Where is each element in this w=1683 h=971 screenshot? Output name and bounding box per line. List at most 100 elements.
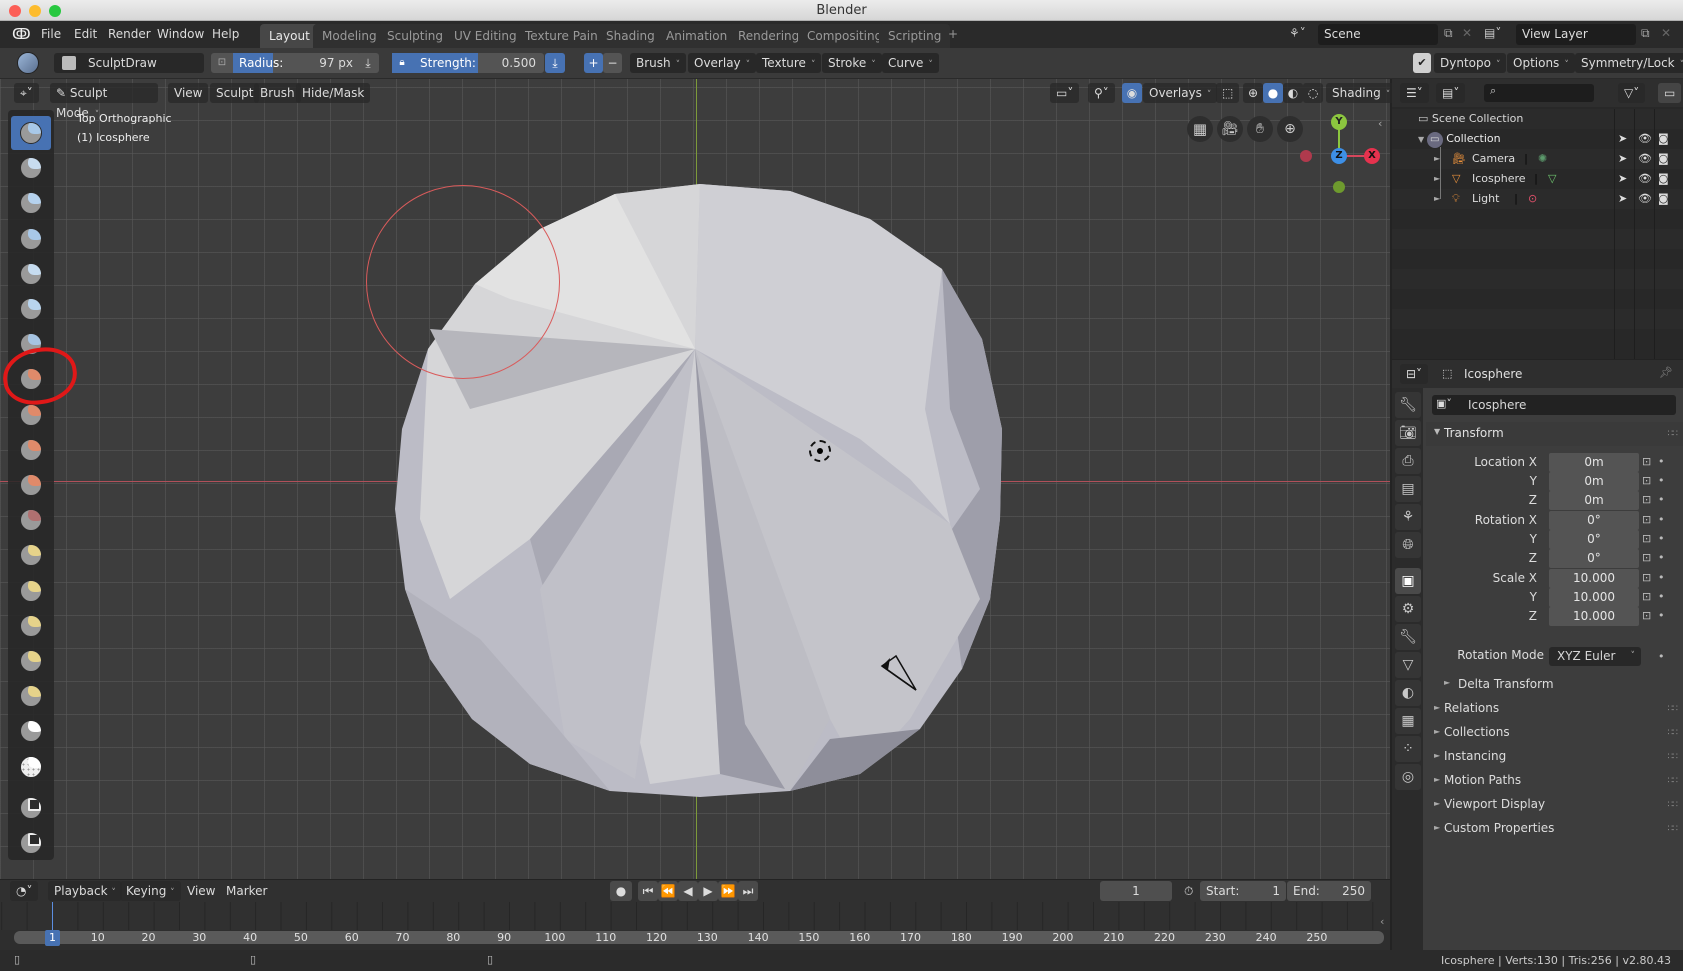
xray-toggle-icon[interactable]: ⬚ [1216,83,1240,103]
transform-value-field[interactable]: 0° [1549,549,1639,568]
timeline-sidebar-toggle-icon[interactable]: ‹ [1380,915,1384,928]
transform-value-field[interactable]: 10.000 [1549,607,1639,626]
shading-solid-icon[interactable]: ● [1263,83,1283,103]
texture-menu[interactable]: Texture ˅ [756,53,822,73]
view-layer-field[interactable]: View Layer [1516,24,1636,45]
viewport-menu-hide-mask[interactable]: Hide/Mask [296,83,371,103]
tool-snake-hook[interactable] [11,574,51,608]
3d-viewport[interactable]: Top Orthographic (1) Icosphere ▦ 🎥︎ ✋︎ ⊕… [0,79,1390,879]
camera-view-icon[interactable]: 🎥︎ [1217,116,1243,142]
shading-wireframe-icon[interactable]: ⊕ [1243,83,1263,103]
tab-scripting[interactable]: Scripting [879,24,951,48]
panel-custom-properties[interactable]: ► Custom Properties ∷∷ [1426,818,1683,840]
drag-grip-icon[interactable]: ∷∷ [1668,429,1679,439]
unlock-icon[interactable]: ⊡ [1642,474,1651,487]
mode-selector[interactable]: ✎ Sculpt Mode ˅ [50,83,158,120]
current-frame-field[interactable]: 1 [1100,881,1172,901]
playback-menu[interactable]: Playback ˅ [48,881,122,901]
outliner-scene-collection[interactable]: ▭ Scene Collection [1418,109,1523,129]
drag-grip-icon[interactable]: ∷∷ [1668,728,1679,738]
play-icon[interactable]: ▶ [698,881,718,901]
transform-value-field[interactable]: 0m [1549,453,1639,472]
object-type-visibility-icon[interactable]: ▭˅ [1050,83,1080,103]
display-mode-icon[interactable]: ▤˅ [1436,83,1466,103]
jump-to-keyframe-back-icon[interactable]: ⏪ [658,881,678,901]
visibility-eye-icon[interactable]: 👁︎ [1638,129,1652,149]
render-camera-icon[interactable]: ◙ [1658,189,1669,209]
drag-grip-icon[interactable]: ∷∷ [1668,776,1679,786]
transform-value-field[interactable]: 0m [1549,491,1639,510]
selectable-arrow-icon[interactable]: ➤ [1618,189,1627,209]
tab-sculpting[interactable]: Sculpting [378,24,453,48]
panel-motion-paths[interactable]: ► Motion Paths ∷∷ [1426,770,1683,792]
brush-name-field[interactable]: SculptDraw [54,53,204,73]
minimize-window-button[interactable] [29,5,41,17]
tab-output-icon[interactable]: ⎙ [1395,448,1421,474]
start-frame-field[interactable]: Start: 1 [1200,881,1286,901]
gizmo-z-axis[interactable]: Z [1331,148,1347,164]
toggle-perspective-icon[interactable]: ▦ [1187,116,1213,142]
new-view-layer-icon[interactable]: ⧉ [1641,26,1650,41]
tab-view-layer-icon[interactable]: ▤ [1395,476,1421,502]
tool-fill[interactable] [11,433,51,467]
visibility-eye-icon[interactable]: 👁︎ [1638,149,1652,169]
radius-slider[interactable]: ⊡ Radius: 97 px [211,53,361,73]
unlock-icon[interactable]: ⊡ [1642,513,1651,526]
overlay-menu[interactable]: Overlay ˅ [688,53,757,73]
keyframe-dot-icon[interactable]: • [1658,532,1665,545]
keyframe-dot-icon[interactable]: • [1658,571,1665,584]
menu-help[interactable]: Help [212,27,239,41]
keyframe-dot-icon[interactable]: • [1658,590,1665,603]
tab-particles-icon[interactable]: ⁘ [1395,736,1421,762]
tab-world-icon[interactable]: 🌐︎ [1395,532,1421,558]
menu-render[interactable]: Render [108,27,151,41]
add-workspace-button[interactable]: + [948,27,958,41]
drag-grip-icon[interactable]: ∷∷ [1668,752,1679,762]
tab-data-icon[interactable]: ▽ [1395,652,1421,678]
visibility-eye-icon[interactable]: 👁︎ [1638,189,1652,209]
curve-menu[interactable]: Curve ˅ [882,53,939,73]
radius-lock-icon[interactable]: ⊡ [211,53,233,73]
play-reverse-icon[interactable]: ◀ [678,881,698,901]
tool-mask[interactable] [11,714,51,748]
view-layer-selector-icon[interactable]: ▤˅ [1484,26,1501,40]
tool-rotate[interactable] [11,679,51,713]
tab-modifiers-icon[interactable]: 🔧︎ [1395,624,1421,650]
strength-lock-icon[interactable]: 🔒︎ [392,53,412,73]
panel-relations[interactable]: ► Relations ∷∷ [1426,698,1683,720]
properties-editor-type-icon[interactable]: ⊟˅ [1400,364,1429,384]
tool-draw[interactable] [11,116,51,150]
tool-pinch[interactable] [11,503,51,537]
light-object-icon[interactable] [878,652,920,694]
delta-transform-subpanel[interactable]: ► Delta Transform [1426,672,1683,696]
keyframe-dot-icon[interactable]: • [1658,455,1665,468]
tool-mesh-filter[interactable] [11,826,51,860]
selectable-arrow-icon[interactable]: ➤ [1618,129,1627,149]
keyframe-dot-icon[interactable]: • [1658,493,1665,506]
unlock-icon[interactable]: ⊡ [1642,551,1651,564]
selectable-arrow-icon[interactable]: ➤ [1618,169,1627,189]
unlock-icon[interactable]: ⊡ [1642,455,1651,468]
tab-modeling[interactable]: Modeling [313,24,386,48]
unlock-icon[interactable]: ⊡ [1642,493,1651,506]
symmetry-lock-menu[interactable]: Symmetry/Lock ˅ [1575,53,1683,73]
playhead-frame-indicator[interactable]: 1 [45,930,60,946]
tab-constraints-icon[interactable]: ⚙ [1395,596,1421,622]
unlock-icon[interactable]: ⊡ [1642,609,1651,622]
gizmo-x-axis[interactable]: X [1364,148,1380,164]
maximize-window-button[interactable] [49,5,61,17]
mesh-data-icon[interactable]: ▽ [1548,169,1556,189]
outliner-item-icosphere[interactable]: ► ▽ Icosphere | ▽ ➤ 👁︎ ◙ [1418,169,1678,189]
drag-grip-icon[interactable]: ∷∷ [1668,800,1679,810]
outliner-collection[interactable]: ▼ ▭ Collection ➤ 👁︎ ◙ [1418,129,1678,149]
auto-keying-record-icon[interactable]: ● [610,881,632,901]
tab-uv-editing[interactable]: UV Editing [445,24,526,48]
timeline-editor-type-icon[interactable]: ◔˅ [10,881,39,901]
tool-nudge[interactable] [11,644,51,678]
delete-view-layer-icon[interactable]: ✕ [1661,26,1671,40]
tool-scrape[interactable] [11,468,51,502]
direction-subtract-button[interactable]: − [603,53,622,73]
keyframe-dot-icon[interactable]: • [1658,551,1665,564]
filter-icon[interactable]: ▽˅ [1618,83,1646,103]
dyntopo-checkbox[interactable]: ✔ [1413,53,1431,73]
